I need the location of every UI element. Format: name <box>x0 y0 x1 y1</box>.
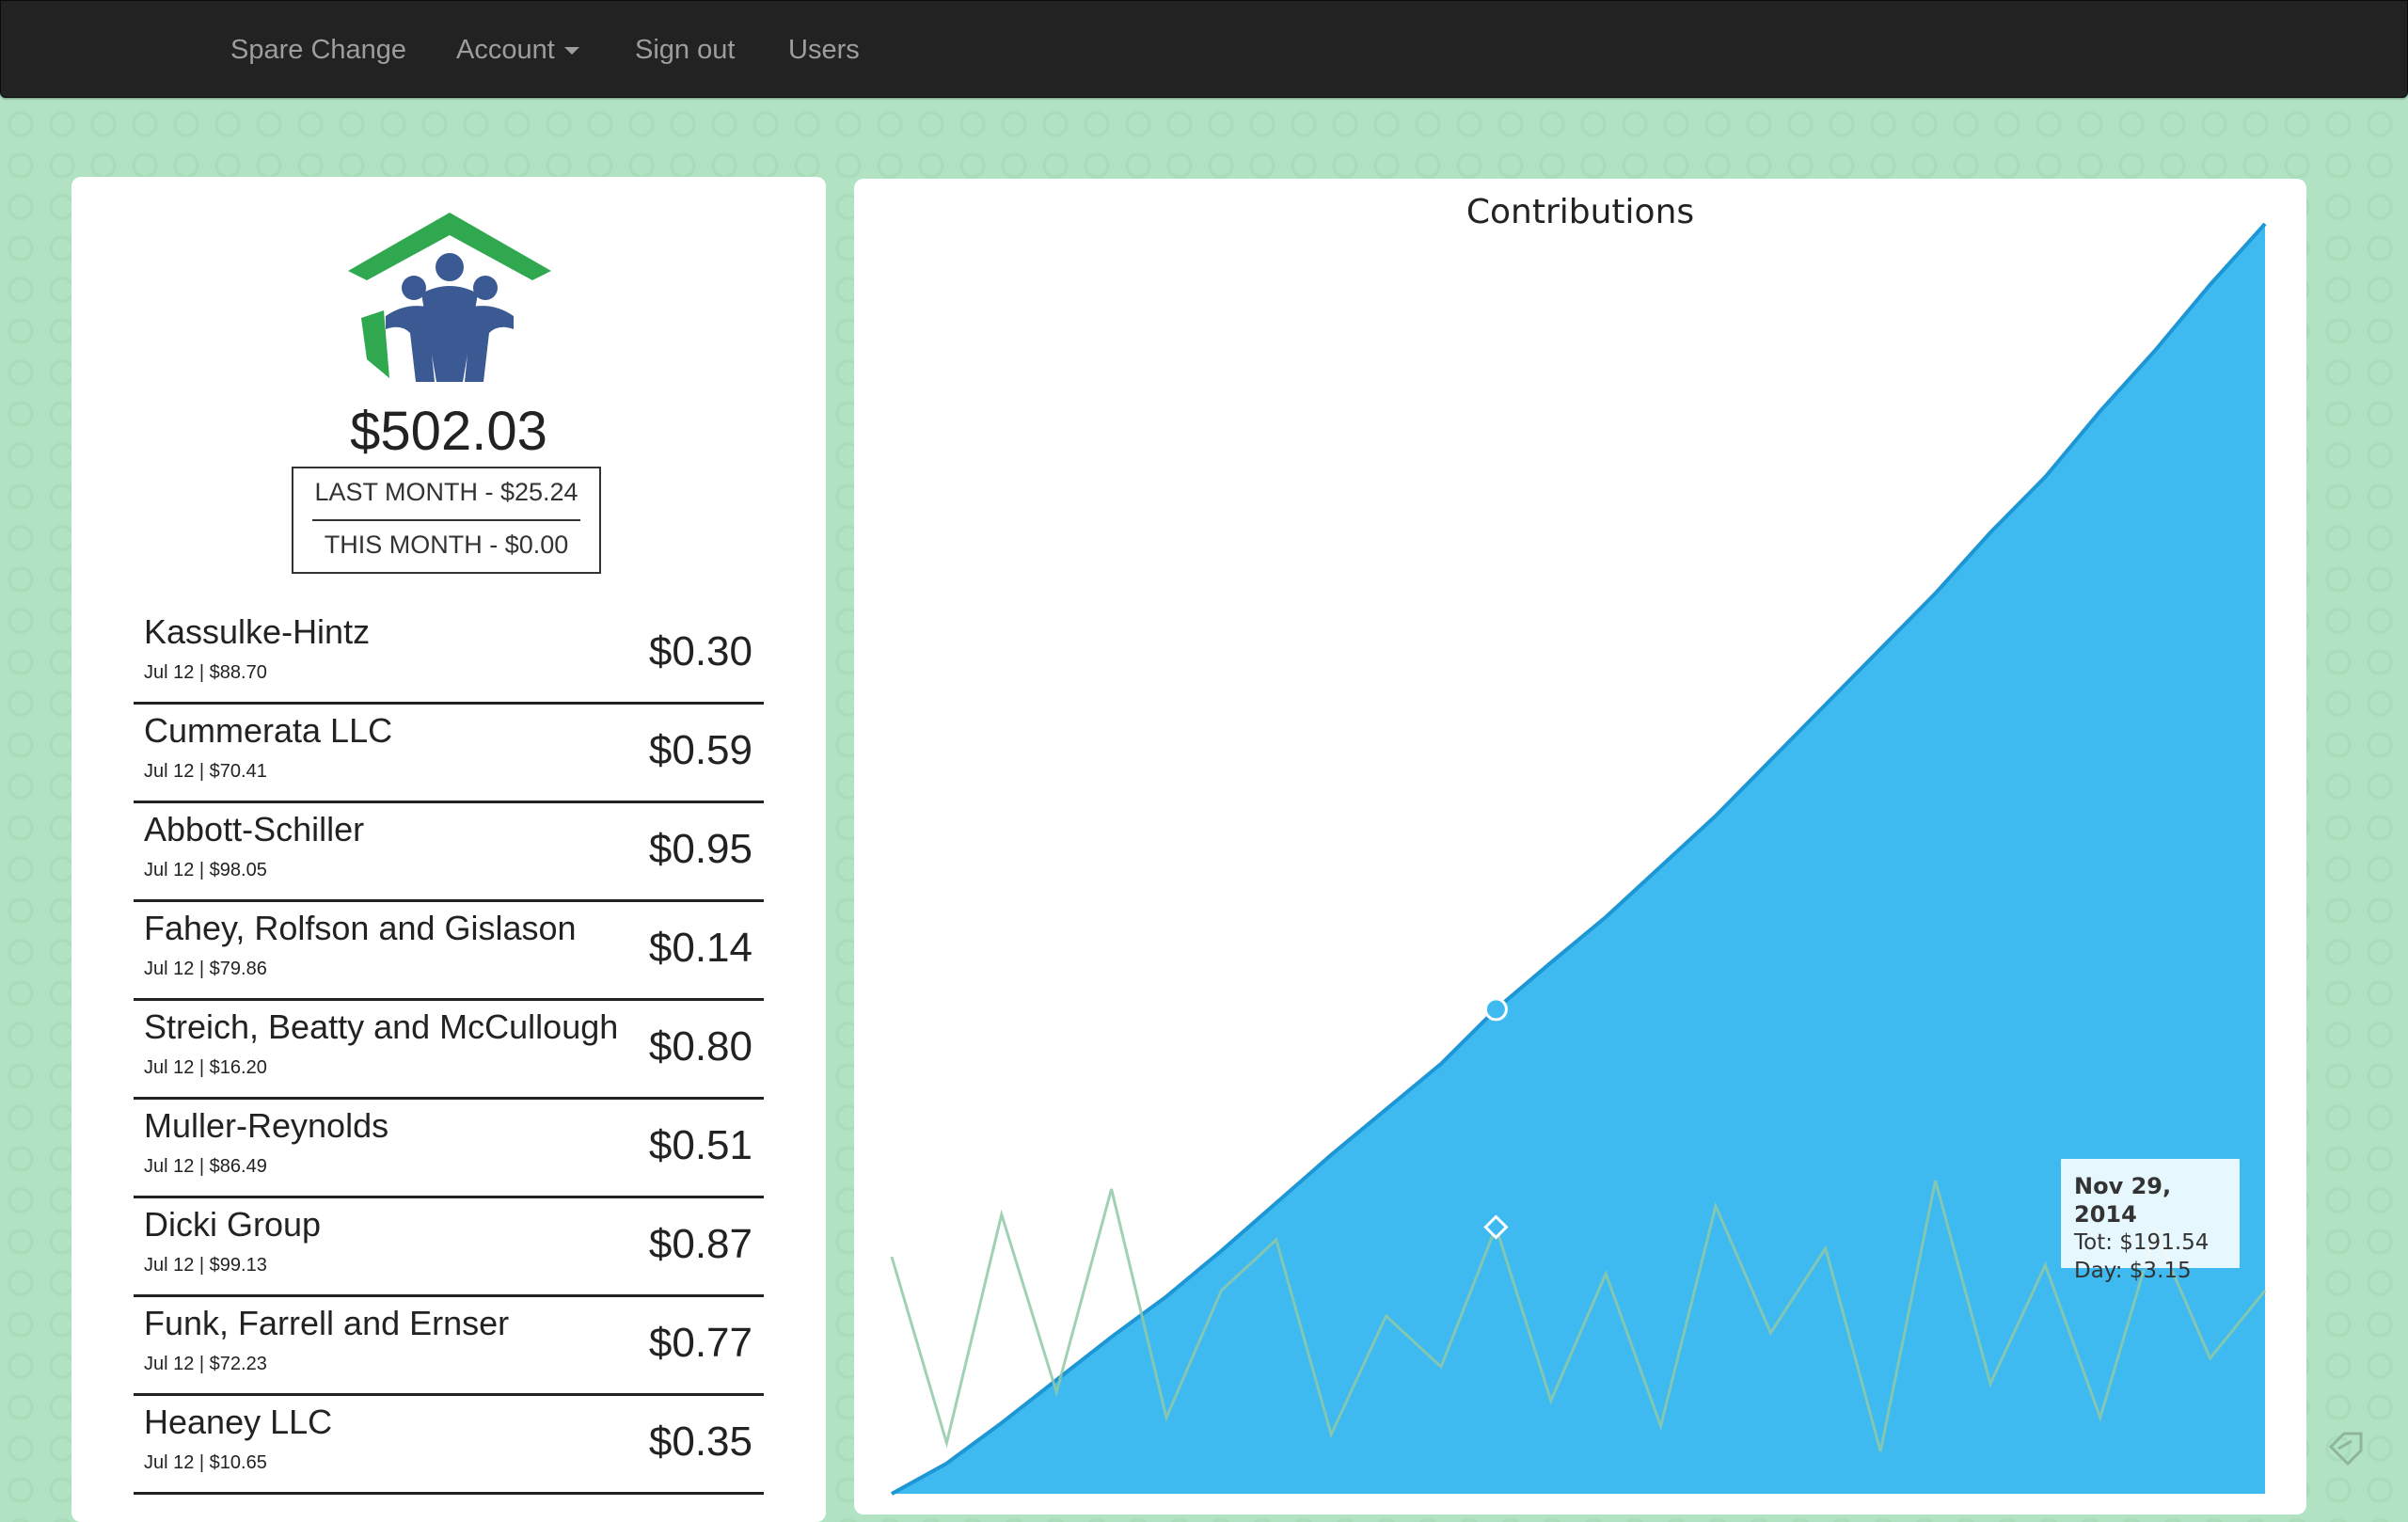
transaction-merchant: Fahey, Rolfson and Gislason <box>144 909 577 947</box>
transaction-row[interactable]: Heaney LLC Jul 12 | $10.65 $0.35 <box>134 1396 764 1495</box>
caret-down-icon <box>563 47 579 55</box>
nav-signout-link[interactable]: Sign out <box>635 31 735 69</box>
transaction-merchant: Cummerata LLC <box>144 711 393 750</box>
transaction-roundup: $0.77 <box>648 1320 752 1366</box>
total-contribution: $502.03 <box>350 401 547 462</box>
monthly-summary-box: LAST MONTH - $25.24 THIS MONTH - $0.00 <box>292 467 601 574</box>
transaction-date-amount: Jul 12 | $10.65 <box>144 1452 267 1473</box>
transaction-row[interactable]: Streich, Beatty and McCullough Jul 12 | … <box>134 1001 764 1100</box>
transaction-roundup: $0.14 <box>648 925 752 971</box>
transaction-row[interactable]: Dicki Group Jul 12 | $99.13 $0.87 <box>134 1198 764 1297</box>
top-navbar: Spare Change Account Sign out Users <box>0 0 2408 98</box>
transaction-roundup: $0.59 <box>648 727 752 773</box>
transaction-merchant: Abbott-Schiller <box>144 810 365 848</box>
transaction-row[interactable]: Fahey, Rolfson and Gislason Jul 12 | $79… <box>134 902 764 1001</box>
transaction-row[interactable]: Abbott-Schiller Jul 12 | $98.05 $0.95 <box>134 803 764 902</box>
transaction-list: Kassulke-Hintz Jul 12 | $88.70 $0.30 Cum… <box>134 606 764 1495</box>
nav-users-link[interactable]: Users <box>788 31 860 69</box>
transaction-merchant: Kassulke-Hintz <box>144 612 371 651</box>
transaction-roundup: $0.80 <box>648 1023 752 1070</box>
total-point-marker[interactable] <box>1483 997 1508 1022</box>
transaction-date-amount: Jul 12 | $99.13 <box>144 1255 267 1276</box>
transaction-date-amount: Jul 12 | $88.70 <box>144 662 267 683</box>
transaction-row[interactable]: Muller-Reynolds Jul 12 | $86.49 $0.51 <box>134 1100 764 1198</box>
transaction-merchant: Dicki Group <box>144 1205 322 1244</box>
nav-account-label: Account <box>456 35 555 65</box>
nav-brand-link[interactable]: Spare Change <box>230 31 406 69</box>
transaction-roundup: $0.35 <box>648 1419 752 1465</box>
transaction-row[interactable]: Funk, Farrell and Ernser Jul 12 | $72.23… <box>134 1297 764 1396</box>
contributions-chart[interactable] <box>854 179 2306 1514</box>
tooltip-total: Tot: $191.54 <box>2074 1230 2210 1255</box>
month-divider <box>312 519 580 521</box>
tooltip-day: Day: $3.15 <box>2074 1259 2192 1283</box>
feedback-icon[interactable] <box>2323 1422 2368 1467</box>
contributions-chart-panel: Contributions Nov 29, 2014 Tot: $191.54 … <box>854 179 2306 1514</box>
transaction-date-amount: Jul 12 | $86.49 <box>144 1156 267 1177</box>
this-month-total: THIS MONTH - $0.00 <box>324 531 569 559</box>
tooltip-date: Nov 29, 2014 <box>2074 1173 2172 1228</box>
transaction-date-amount: Jul 12 | $72.23 <box>144 1354 267 1374</box>
transaction-merchant: Heaney LLC <box>144 1403 333 1441</box>
last-month-total: LAST MONTH - $25.24 <box>314 478 578 506</box>
transaction-date-amount: Jul 12 | $70.41 <box>144 761 267 782</box>
transaction-date-amount: Jul 12 | $16.20 <box>144 1057 267 1078</box>
transaction-roundup: $0.51 <box>648 1122 752 1168</box>
chart-tooltip: Nov 29, 2014 Tot: $191.54 Day: $3.15 <box>2059 1157 2242 1283</box>
transaction-roundup: $0.95 <box>648 826 752 872</box>
habitat-logo-icon <box>348 213 551 382</box>
transaction-date-amount: Jul 12 | $79.86 <box>144 959 267 979</box>
nav-account-dropdown[interactable]: Account <box>456 31 579 69</box>
transaction-merchant: Muller-Reynolds <box>144 1106 389 1145</box>
summary-panel: $502.03 LAST MONTH - $25.24 THIS MONTH -… <box>71 177 826 1522</box>
transaction-roundup: $0.87 <box>648 1221 752 1267</box>
transaction-merchant: Streich, Beatty and McCullough <box>144 1007 619 1046</box>
transaction-roundup: $0.30 <box>648 628 752 674</box>
transaction-date-amount: Jul 12 | $98.05 <box>144 860 267 880</box>
transaction-row[interactable]: Cummerata LLC Jul 12 | $70.41 $0.59 <box>134 705 764 803</box>
transaction-row[interactable]: Kassulke-Hintz Jul 12 | $88.70 $0.30 <box>134 606 764 705</box>
transaction-merchant: Funk, Farrell and Ernser <box>144 1304 510 1342</box>
